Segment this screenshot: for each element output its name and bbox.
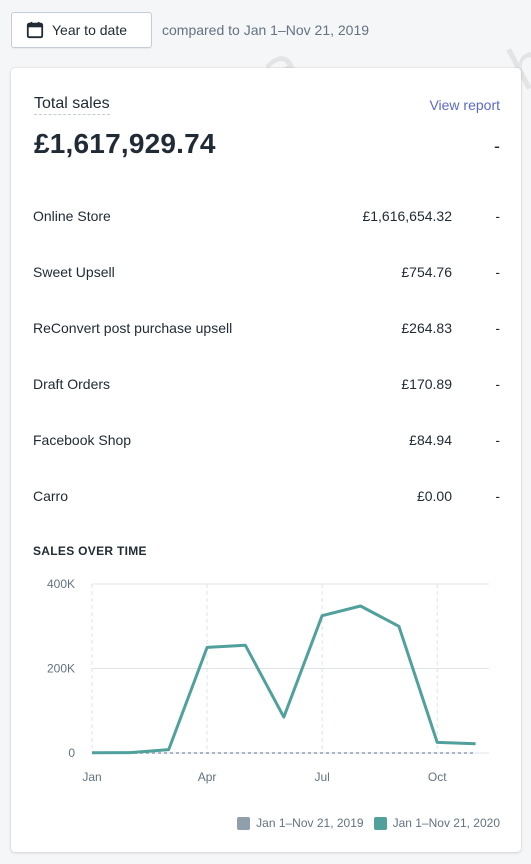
y-tick-label: 0 (68, 746, 75, 760)
channel-value: £84.94 (409, 432, 452, 448)
x-tick-label: Apr (198, 770, 217, 784)
channel-name: Draft Orders (33, 376, 111, 392)
channel-change: - (495, 488, 500, 504)
total-sales-value: £1,617,929.74 (34, 128, 216, 159)
legend-label: Jan 1–Nov 21, 2019 (256, 816, 364, 830)
channel-change: - (495, 264, 500, 280)
list-item: Carro £0.00 - (33, 482, 500, 538)
channel-name: Online Store (33, 208, 111, 224)
total-sales-card: Total sales View report £1,617,929.74 - … (11, 68, 521, 852)
sales-over-time-heading: SALES OVER TIME (33, 544, 147, 558)
sales-channel-list: Online Store £1,616,654.32 - Sweet Upsel… (33, 202, 500, 538)
channel-change: - (495, 320, 500, 336)
calendar-icon (26, 21, 44, 39)
list-item: Online Store £1,616,654.32 - (33, 202, 500, 258)
channel-value: £1,616,654.32 (362, 208, 452, 224)
channel-value: £754.76 (401, 264, 452, 280)
channel-value: £170.89 (401, 376, 452, 392)
channel-change: - (495, 376, 500, 392)
date-range-button[interactable]: Year to date (11, 12, 152, 48)
sales-over-time-chart: 400K 200K 0 Jan Apr Jul Oct (47, 577, 489, 784)
legend-item: Jan 1–Nov 21, 2020 (373, 816, 500, 830)
compare-text: compared to Jan 1–Nov 21, 2019 (162, 22, 370, 38)
list-item: ReConvert post purchase upsell £264.83 - (33, 314, 500, 370)
series-line (91, 604, 476, 755)
view-report-link[interactable]: View report (429, 97, 500, 113)
channel-name: ReConvert post purchase upsell (33, 320, 233, 336)
channel-name: Carro (33, 488, 69, 504)
channel-change: - (495, 432, 500, 448)
list-item: Facebook Shop £84.94 - (33, 426, 500, 482)
channel-name: Facebook Shop (33, 432, 132, 448)
total-sales-change: - (494, 136, 500, 156)
channel-value: £0.00 (416, 488, 452, 504)
date-range-label: Year to date (52, 22, 127, 38)
legend-swatch (373, 816, 387, 830)
channel-change: - (495, 208, 500, 224)
toolbar: Year to date compared to Jan 1–Nov 21, 2… (11, 11, 369, 49)
channel-name: Sweet Upsell (33, 264, 115, 280)
legend-label: Jan 1–Nov 21, 2020 (392, 816, 500, 830)
x-tick-label: Oct (428, 770, 447, 784)
y-tick-label: 400K (47, 577, 75, 591)
chart-legend: Jan 1–Nov 21, 2019 Jan 1–Nov 21, 2020 (227, 816, 500, 830)
x-tick-label: Jul (314, 770, 329, 784)
list-item: Sweet Upsell £754.76 - (33, 258, 500, 314)
legend-item: Jan 1–Nov 21, 2019 (237, 816, 364, 830)
y-tick-label: 200K (47, 662, 75, 676)
card-title[interactable]: Total sales (34, 95, 110, 115)
x-tick-label: Jan (82, 770, 101, 784)
channel-value: £264.83 (401, 320, 452, 336)
legend-swatch (237, 816, 251, 830)
list-item: Draft Orders £170.89 - (33, 370, 500, 426)
